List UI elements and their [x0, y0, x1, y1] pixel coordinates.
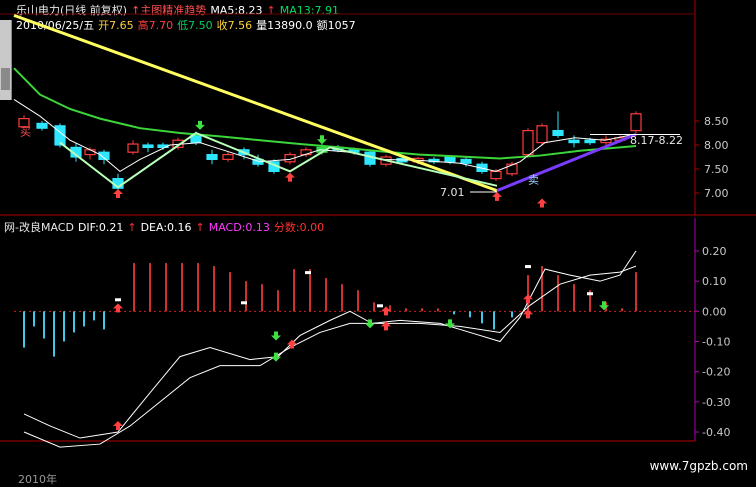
dif-line [23, 250, 637, 439]
candle-body [584, 139, 596, 144]
price-tick-label: 8.50 [704, 115, 729, 128]
price-tick-label: 8.00 [704, 139, 729, 152]
candle-body [506, 163, 518, 175]
macd-sell-arrow-icon [599, 301, 609, 311]
candle-body [460, 158, 472, 164]
candle-body [84, 149, 96, 156]
stock-chart-window: 乐山电力(日线 前复权) ↑主图精准趋势 MA5:8.23 ↑ MA13:7.91 20… [0, 0, 756, 487]
dea-line [23, 265, 637, 448]
range-annotation: 8.17-8.22 [630, 134, 683, 147]
sell-arrow-icon [195, 120, 205, 130]
candle-body [36, 122, 48, 129]
buy-arrow-icon [537, 198, 547, 208]
macd-tick-label: 0.00 [702, 305, 727, 318]
candle-body [630, 113, 642, 132]
price-tick-label: 7.50 [704, 163, 729, 176]
macd-tick-label: -0.10 [702, 336, 730, 349]
macd-marker-dash [587, 292, 593, 296]
candle-body [444, 156, 456, 163]
sell-signal-label: 卖 [528, 174, 539, 187]
macd-sell-arrow-icon [271, 331, 281, 341]
macd-tick-label: -0.40 [702, 426, 730, 439]
bottom-date-tab[interactable]: 2010年 [18, 471, 57, 487]
chart-canvas[interactable]: 8.50 8.00 7.50 7.00 0.20 0.10 0.00 -0.10 -0.20 -0… [0, 0, 756, 487]
macd-tick-label: -0.20 [702, 366, 730, 379]
macd-marker-dash [305, 271, 311, 275]
watermark: www.7gpzb.com [649, 459, 748, 473]
candle-body [127, 143, 139, 153]
buy-arrow-icon [285, 172, 295, 182]
candle-body [206, 154, 218, 161]
macd-tick-label: 0.10 [702, 275, 727, 288]
candle-body [490, 170, 502, 180]
price-tick-label: 7.00 [704, 187, 729, 200]
buy-arrow-icon [113, 188, 123, 198]
macd-buy-arrow-icon [113, 420, 123, 430]
macd-marker-dash [115, 298, 121, 302]
low-annotation: 7.01 [440, 186, 465, 199]
candle-body [536, 125, 548, 144]
macd-tick-label: -0.30 [702, 396, 730, 409]
macd-marker-dash [377, 304, 383, 308]
buy-arrow-icon [492, 191, 502, 201]
candle-body [142, 144, 154, 148]
candle-body [522, 130, 534, 156]
macd-marker-dash [525, 265, 531, 269]
macd-tick-label: 0.20 [702, 245, 727, 258]
macd-marker-dash [241, 301, 247, 305]
candle-body [552, 130, 564, 137]
buy-signal-label: 买 [20, 126, 31, 139]
candle-body [222, 154, 234, 161]
sell-arrow-icon [317, 135, 327, 145]
candle-body [568, 139, 580, 144]
